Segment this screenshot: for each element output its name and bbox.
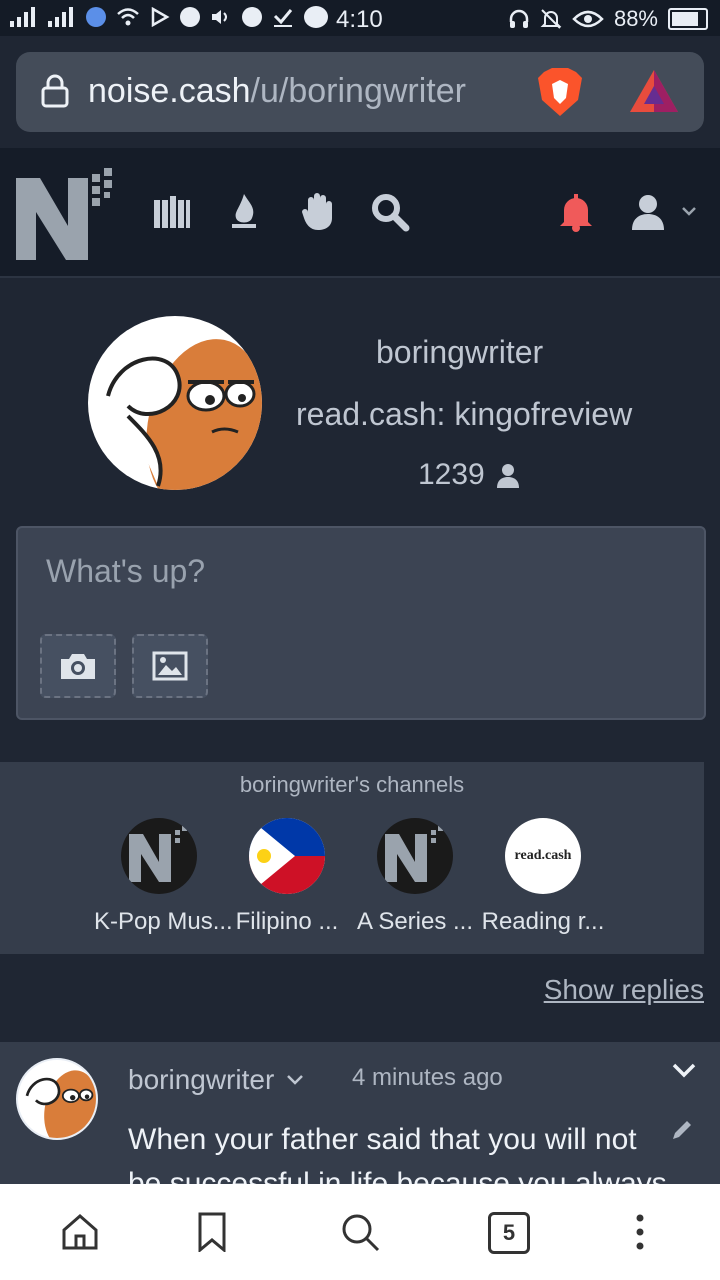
edit-pencil-icon[interactable]: [670, 1118, 694, 1142]
noise-cash-logo[interactable]: [14, 164, 116, 264]
image-icon: [152, 651, 188, 681]
avatar[interactable]: [88, 316, 262, 490]
eye-icon: [572, 10, 604, 28]
follower-count-value: 1239: [418, 458, 485, 491]
browser-bottom-bar: 5: [0, 1184, 720, 1280]
status-icons-right: 88%: [508, 6, 708, 32]
post-composer: [16, 526, 706, 720]
play-icon: [151, 7, 170, 27]
profile-readcash-link[interactable]: read.cash: kingofreview: [296, 396, 632, 433]
url-path: /u/boringwriter: [250, 72, 466, 110]
noise-logo-icon: [129, 826, 187, 882]
search-icon[interactable]: [340, 1212, 380, 1252]
spotify-icon: [242, 7, 262, 27]
bell-off-icon: [540, 9, 562, 29]
wifi-icon: [117, 8, 139, 26]
channel-logo: [249, 818, 325, 894]
bookmark-icon[interactable]: [192, 1212, 232, 1252]
camera-button[interactable]: [40, 634, 116, 698]
lock-icon: [41, 74, 69, 108]
brave-shield-icon[interactable]: [536, 66, 584, 118]
site-navbar: [0, 148, 720, 278]
profile-username: boringwriter: [376, 334, 544, 370]
post-card: boringwriter 4 minutes ago When your fat…: [0, 1042, 720, 1184]
hand-icon[interactable]: [298, 192, 338, 232]
signal-icon: [10, 7, 35, 27]
readcash-logo-text: read.cash: [514, 848, 572, 863]
messenger-icon: [180, 7, 200, 27]
volume-icon: [212, 10, 227, 24]
chat-icon: [304, 6, 328, 28]
channel-name: Filipino ...: [235, 908, 339, 935]
channel-logo: [377, 818, 453, 894]
channel-item[interactable]: A Series ...: [350, 818, 480, 936]
signal-icon: [48, 7, 73, 27]
browser-toolbar: noise.cash/u/boringwriter: [0, 36, 720, 148]
status-icons-left: [10, 6, 328, 28]
channel-item[interactable]: Filipino ...: [222, 818, 352, 936]
channel-name: A Series ...: [356, 908, 474, 935]
user-icon: [496, 464, 519, 488]
status-time: 4:10: [336, 6, 383, 33]
image-upload-button[interactable]: [132, 634, 208, 698]
channel-name: Reading r...: [481, 908, 605, 935]
status-bar: 4:10 88%: [0, 0, 720, 36]
noise-logo-icon: [385, 826, 443, 882]
post-text: When your father said that you will not …: [128, 1123, 667, 1184]
search-icon[interactable]: [370, 192, 410, 232]
battery-percent: 88%: [613, 6, 658, 31]
url-text[interactable]: noise.cash/u/boringwriter: [88, 72, 466, 111]
check-icon: [273, 9, 293, 27]
url-host: noise.cash: [88, 72, 251, 110]
follower-count[interactable]: 1239: [418, 458, 521, 492]
show-replies-link[interactable]: Show replies: [544, 974, 704, 1006]
channels-panel: boringwriter's channels K-Pop Mus... Fil…: [0, 762, 704, 954]
fire-icon[interactable]: [224, 192, 264, 232]
channels-title: boringwriter's channels: [239, 772, 465, 797]
camera-icon: [61, 654, 95, 679]
channel-item[interactable]: read.cash Reading r...: [478, 818, 608, 936]
app-icon: [86, 7, 106, 27]
post-author-name: boringwriter: [128, 1064, 275, 1095]
philippine-flag-icon: [249, 818, 325, 894]
home-icon[interactable]: [60, 1212, 100, 1252]
headset-icon: [509, 9, 529, 28]
library-icon[interactable]: [152, 192, 192, 232]
more-menu-icon[interactable]: [620, 1212, 660, 1252]
channel-logo: [121, 818, 197, 894]
post-timestamp[interactable]: 4 minutes ago: [352, 1064, 503, 1092]
battery-icon: [668, 8, 708, 30]
notifications-bell-icon[interactable]: [556, 192, 596, 232]
channel-name: K-Pop Mus...: [94, 908, 233, 935]
avatar[interactable]: [16, 1058, 98, 1140]
user-menu-icon[interactable]: [628, 192, 668, 232]
bat-rewards-icon[interactable]: [628, 68, 680, 114]
potato-avatar-icon: [106, 339, 262, 490]
tabs-button[interactable]: 5: [488, 1212, 530, 1254]
address-bar[interactable]: noise.cash/u/boringwriter: [16, 52, 704, 132]
chevron-down-icon[interactable]: [682, 206, 696, 216]
channel-logo: read.cash: [505, 818, 581, 894]
whats-up-input[interactable]: [44, 552, 648, 591]
chevron-down-icon: [287, 1075, 304, 1085]
post-author[interactable]: boringwriter: [128, 1064, 304, 1096]
channel-item[interactable]: K-Pop Mus...: [94, 818, 233, 936]
post-menu-chevron-icon[interactable]: [672, 1062, 696, 1080]
potato-avatar-icon: [25, 1070, 96, 1138]
